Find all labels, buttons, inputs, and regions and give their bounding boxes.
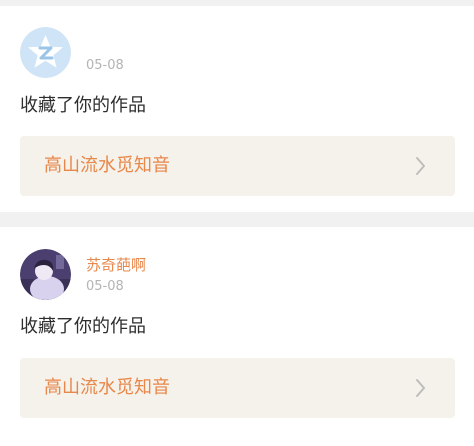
user-photo-avatar[interactable] [20, 249, 71, 300]
work-link-button[interactable]: 高山流水觅知音 [20, 136, 455, 196]
chevron-right-icon [416, 157, 425, 175]
timestamp: 05-08 [86, 58, 124, 73]
work-link-button[interactable]: 高山流水觅知音 [20, 358, 455, 418]
default-avatar-icon[interactable] [20, 27, 71, 78]
work-title: 高山流水觅知音 [44, 155, 170, 176]
notification-card: 05-08 收藏了你的作品 高山流水觅知音 [0, 6, 474, 212]
photo-highlight [56, 255, 64, 269]
timestamp: 05-08 [86, 279, 124, 294]
notification-feed: 05-08 收藏了你的作品 高山流水觅知音 苏奇葩啊 05-08 收藏了你的作品… [0, 0, 474, 446]
work-title: 高山流水觅知音 [44, 377, 170, 398]
action-text: 收藏了你的作品 [20, 95, 146, 116]
username[interactable]: 苏奇葩啊 [86, 256, 146, 274]
notification-card: 苏奇葩啊 05-08 收藏了你的作品 高山流水觅知音 [0, 227, 474, 446]
chevron-right-icon [416, 379, 425, 397]
action-text: 收藏了你的作品 [20, 316, 146, 337]
